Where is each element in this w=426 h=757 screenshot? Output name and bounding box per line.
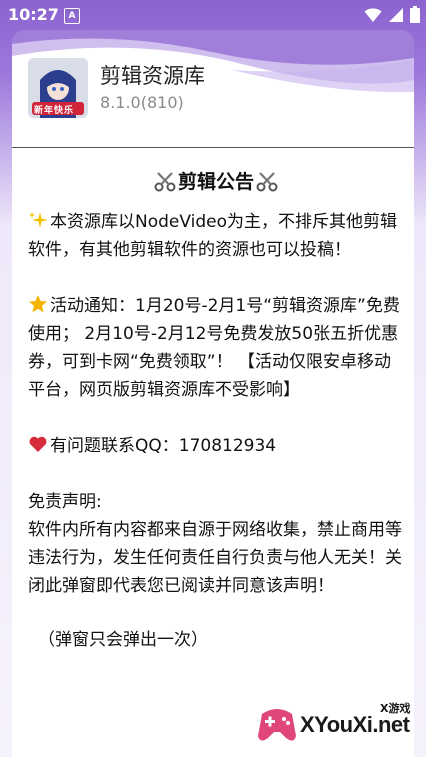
notice-title: 剪辑公告 [28, 168, 404, 196]
event-text: 活动通知：1月20号-2月1号“剪辑资源库”免费使用； 2月10号-2月12号免… [28, 296, 400, 400]
app-icon: 新年快乐 [28, 58, 88, 118]
intro-text: 本资源库以NodeVideo为主，不排斥其他剪辑软件，有其他剪辑软件的资源也可以… [28, 212, 397, 260]
notification-icon: A [64, 8, 80, 24]
header-divider [12, 147, 414, 148]
announcement-content: 剪辑公告 本资源库以NodeVideo为主，不排斥其他剪辑软件，有其他剪辑软件的… [28, 168, 404, 654]
status-bar: 10:27 A [0, 0, 426, 30]
app-name: 剪辑资源库 [100, 64, 205, 88]
intro-paragraph: 本资源库以NodeVideo为主，不排斥其他剪辑软件，有其他剪辑软件的资源也可以… [28, 208, 404, 264]
app-version: 8.1.0(810) [100, 93, 184, 112]
footnote: （弹窗只会弹出一次） [38, 630, 208, 650]
status-time: 10:27 [8, 5, 59, 24]
signal-icon [389, 7, 403, 22]
heart-icon [29, 436, 47, 452]
star-icon [29, 295, 47, 313]
disclaimer: 免责声明: 软件内所有内容都来自源于网络收集，禁止商用等违法行为，发生任何责任自… [28, 488, 404, 600]
gamepad-logo-icon [258, 709, 296, 741]
scissors-icon [154, 172, 176, 192]
disclaimer-title: 免责声明: [28, 492, 102, 512]
battery-icon [410, 6, 420, 23]
sparkle-icon [29, 212, 48, 228]
announcement-dialog: 新年快乐 剪辑资源库 8.1.0(810) 剪辑公告 本资源库以NodeVide… [12, 30, 414, 757]
status-icons [364, 6, 420, 23]
app-icon-label: 新年快乐 [34, 106, 75, 116]
event-paragraph: 活动通知：1月20号-2月1号“剪辑资源库”免费使用； 2月10号-2月12号免… [28, 292, 404, 404]
contact-text: 有问题联系QQ：170812934 [50, 436, 277, 456]
wifi-icon [364, 7, 382, 22]
contact-paragraph: 有问题联系QQ：170812934 [28, 432, 404, 460]
dialog-header: 新年快乐 剪辑资源库 8.1.0(810) [12, 30, 414, 148]
notice-title-text: 剪辑公告 [177, 171, 254, 193]
watermark-text: XYouXi.net [300, 712, 410, 737]
scissors-icon [256, 172, 278, 192]
disclaimer-body: 软件内所有内容都来自源于网络收集，禁止商用等违法行为，发生任何责任自行负责与他人… [28, 520, 402, 596]
watermark: X游戏 XYouXi.net [256, 700, 422, 752]
